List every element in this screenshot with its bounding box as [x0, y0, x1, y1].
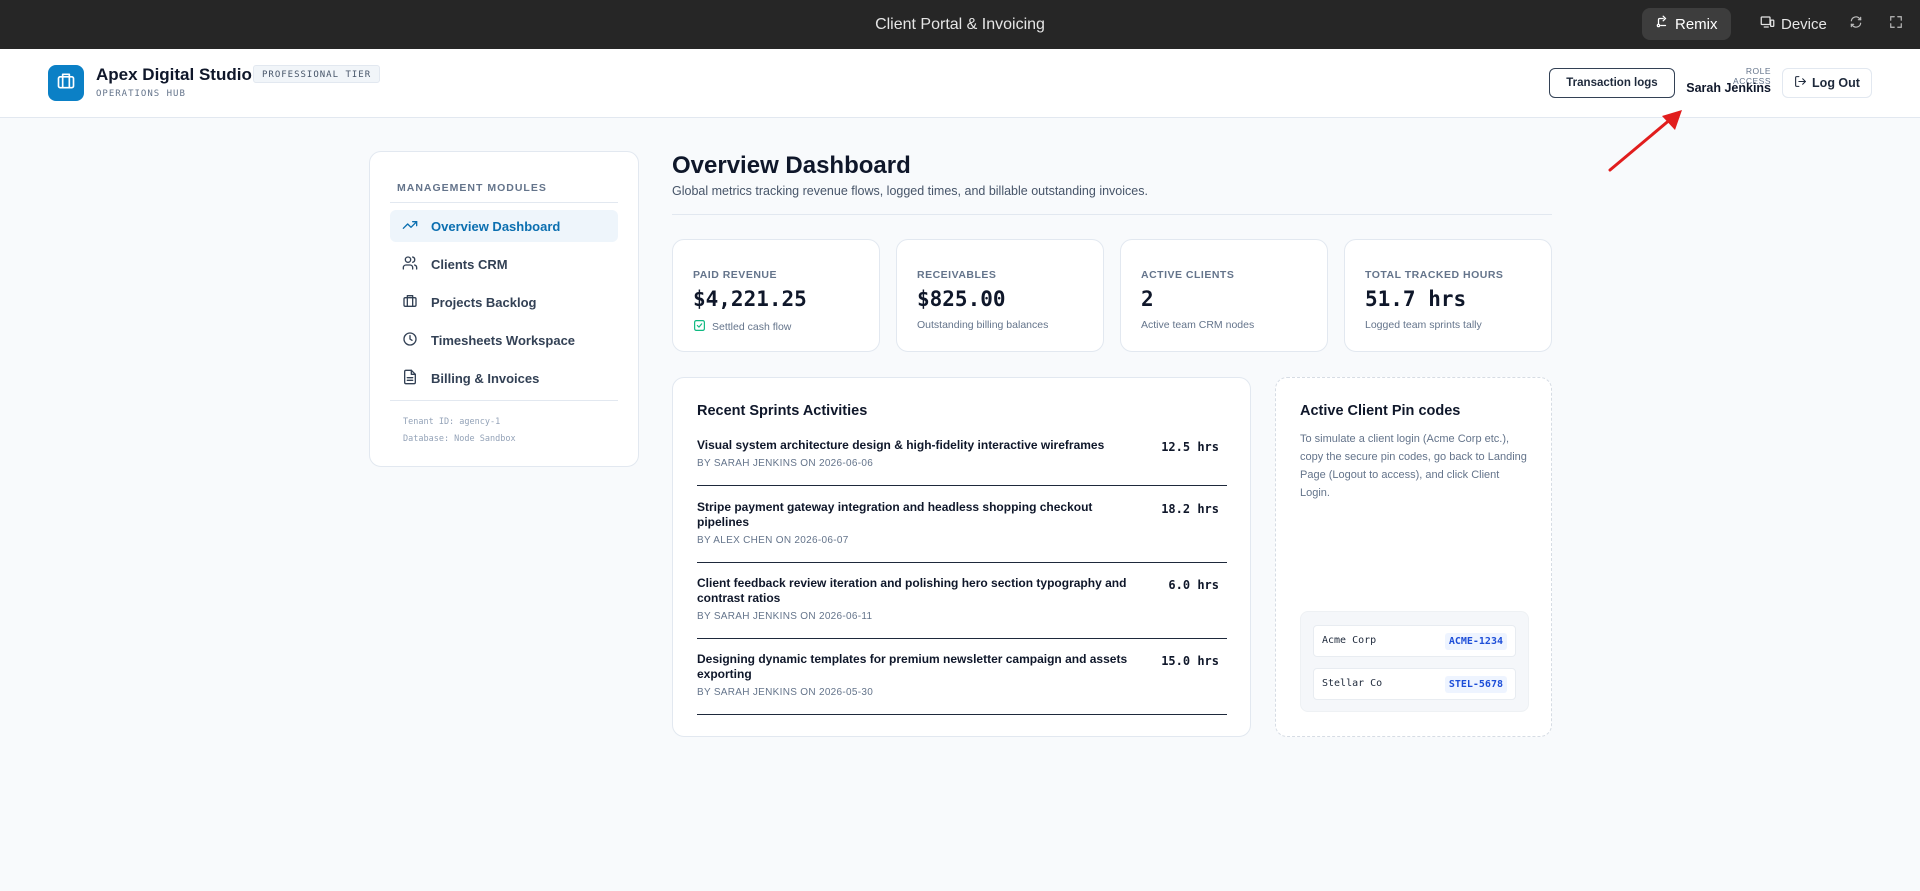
- stat-note-row: Settled cash flow: [693, 319, 791, 335]
- activity-hours: 18.2 hrs: [1161, 502, 1219, 516]
- sidebar-item-clients[interactable]: Clients CRM: [390, 248, 618, 280]
- stat-label: RECEIVABLES: [917, 269, 997, 281]
- remix-label: Remix: [1675, 15, 1718, 33]
- activity-meta: BY SARAH JENKINS ON 2026-05-30: [697, 687, 874, 698]
- pins-description: To simulate a client login (Acme Corp et…: [1300, 433, 1527, 499]
- remix-icon: [1655, 15, 1669, 33]
- app-topbar: Client Portal & Invoicing Remix Device: [0, 0, 1920, 49]
- rotate-button[interactable]: [1844, 12, 1868, 36]
- brand-name: Apex Digital Studio: [96, 65, 252, 84]
- sidebar-item-billing[interactable]: Billing & Invoices: [390, 362, 618, 394]
- activity-row: Designing dynamic templates for premium …: [697, 652, 1227, 715]
- stat-value: $825.00: [917, 287, 1006, 311]
- page-title: Overview Dashboard: [672, 152, 911, 179]
- pin-row: Stellar Co STEL-5678: [1313, 668, 1516, 700]
- trending-up-icon: [402, 217, 418, 236]
- activity-row: Client feedback review iteration and pol…: [697, 576, 1227, 639]
- logout-label: Log Out: [1812, 76, 1860, 90]
- activity-description: Designing dynamic templates for premium …: [697, 652, 1128, 681]
- activity-description: Stripe payment gateway integration and h…: [697, 500, 1093, 529]
- activity-hours: 15.0 hrs: [1161, 654, 1219, 668]
- rotate-icon: [1849, 15, 1863, 34]
- pins-list: Acme Corp ACME-1234 Stellar Co STEL-5678: [1300, 611, 1529, 712]
- pin-code[interactable]: ACME-1234: [1444, 633, 1507, 650]
- pin-client-name: Stellar Co: [1322, 678, 1383, 689]
- stat-note: Settled cash flow: [712, 321, 792, 333]
- tier-badge: PROFESSIONAL TIER: [253, 65, 381, 83]
- activity-meta: BY SARAH JENKINS ON 2026-06-11: [697, 611, 873, 622]
- sidebar-item-label: Billing & Invoices: [431, 370, 540, 386]
- activity-description: Visual system architecture design & high…: [697, 438, 1105, 452]
- activity-hours: 6.0 hrs: [1168, 578, 1219, 592]
- remix-button[interactable]: Remix: [1642, 8, 1731, 40]
- logo: [48, 65, 84, 101]
- file-text-icon: [402, 369, 418, 388]
- activity-row: Stripe payment gateway integration and h…: [697, 500, 1227, 563]
- stat-value: $4,221.25: [693, 287, 807, 311]
- device-label: Device: [1781, 15, 1827, 33]
- divider: [672, 214, 1552, 215]
- stat-card-paid-revenue: PAID REVENUE $4,221.25 Settled cash flow: [672, 239, 880, 352]
- app-title: Client Portal & Invoicing: [875, 16, 1045, 33]
- stat-note: Logged team sprints tally: [1365, 319, 1482, 331]
- recent-activities-panel: Recent Sprints Activities Visual system …: [672, 377, 1251, 737]
- stat-label: PAID REVENUE: [693, 269, 777, 281]
- sidebar-item-label: Timesheets Workspace: [431, 332, 576, 348]
- users-icon: [402, 255, 418, 274]
- role-user-name: Sarah Jenkins: [1686, 81, 1771, 95]
- briefcase-icon: [402, 293, 418, 312]
- logout-button[interactable]: Log Out: [1782, 68, 1872, 98]
- pin-row: Acme Corp ACME-1234: [1313, 625, 1516, 657]
- stat-note: Active team CRM nodes: [1141, 319, 1255, 331]
- check-square-icon: [693, 319, 706, 335]
- stat-card-tracked-hours: TOTAL TRACKED HOURS 51.7 hrs Logged team…: [1344, 239, 1552, 352]
- device-button[interactable]: Device: [1752, 8, 1835, 40]
- sidebar-heading: MANAGEMENT MODULES: [397, 182, 547, 194]
- stat-value: 2: [1141, 287, 1154, 311]
- divider: [390, 400, 618, 401]
- activity-meta: BY ALEX CHEN ON 2026-06-07: [697, 535, 849, 546]
- fullscreen-icon: [1889, 15, 1903, 34]
- stat-note: Outstanding billing balances: [917, 319, 1049, 331]
- activity-description: Client feedback review iteration and pol…: [697, 576, 1127, 605]
- stat-label: ACTIVE CLIENTS: [1141, 269, 1235, 281]
- brand-subtitle: OPERATIONS HUB: [96, 89, 186, 99]
- sidebar-item-label: Clients CRM: [431, 256, 508, 272]
- divider: [390, 202, 618, 203]
- client-pins-panel: Active Client Pin codes To simulate a cl…: [1275, 377, 1552, 737]
- logout-icon: [1794, 75, 1807, 91]
- sidebar-item-label: Overview Dashboard: [431, 218, 561, 234]
- stat-value: 51.7 hrs: [1365, 287, 1467, 311]
- fullscreen-button[interactable]: [1884, 12, 1908, 36]
- activity-meta: BY SARAH JENKINS ON 2026-06-06: [697, 458, 874, 469]
- pin-client-name: Acme Corp: [1322, 635, 1377, 646]
- stat-label: TOTAL TRACKED HOURS: [1365, 269, 1504, 281]
- panel-title: Active Client Pin codes: [1300, 403, 1461, 419]
- sidebar-item-timesheets[interactable]: Timesheets Workspace: [390, 324, 618, 356]
- sidebar: MANAGEMENT MODULES Overview Dashboard Cl…: [369, 151, 639, 467]
- annotation-arrow: [1608, 110, 1682, 172]
- activity-row: Visual system architecture design & high…: [697, 438, 1227, 486]
- clock-icon: [402, 331, 418, 350]
- sidebar-item-overview[interactable]: Overview Dashboard: [390, 210, 618, 242]
- stat-card-active-clients: ACTIVE CLIENTS 2 Active team CRM nodes: [1120, 239, 1328, 352]
- database-label: Database: Node Sandbox: [403, 434, 516, 444]
- activity-hours: 12.5 hrs: [1161, 440, 1219, 454]
- sidebar-item-projects[interactable]: Projects Backlog: [390, 286, 618, 318]
- stat-card-receivables: RECEIVABLES $825.00 Outstanding billing …: [896, 239, 1104, 352]
- panel-title: Recent Sprints Activities: [697, 403, 868, 419]
- page-subtitle: Global metrics tracking revenue flows, l…: [672, 184, 1148, 198]
- sidebar-item-label: Projects Backlog: [431, 294, 537, 310]
- tenant-id: Tenant ID: agency-1: [403, 417, 501, 427]
- briefcase-logo-icon: [56, 71, 76, 96]
- pin-code[interactable]: STEL-5678: [1444, 676, 1507, 693]
- transaction-logs-button[interactable]: Transaction logs: [1549, 68, 1675, 98]
- device-icon: [1760, 15, 1775, 33]
